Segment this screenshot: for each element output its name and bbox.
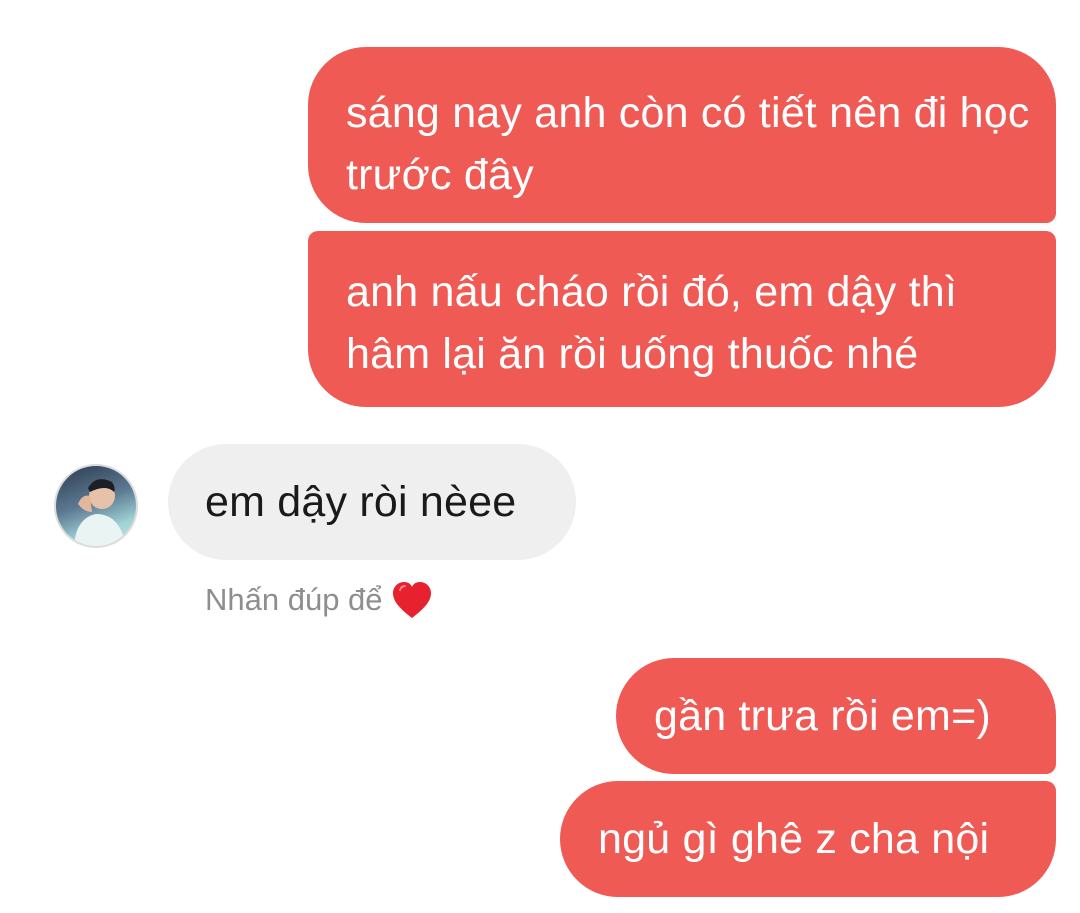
contact-avatar[interactable] bbox=[54, 464, 138, 548]
hint-label: Nhấn đúp để bbox=[205, 582, 383, 617]
avatar-photo-icon bbox=[74, 479, 126, 546]
received-message-bubble[interactable]: em dậy ròi nèee bbox=[168, 444, 576, 560]
sent-message-bubble[interactable]: gần trưa rồi em=) bbox=[616, 658, 1056, 774]
heart-icon bbox=[391, 580, 433, 620]
double-tap-like-hint: Nhấn đúp để bbox=[205, 578, 433, 622]
sent-message-bubble[interactable]: sáng nay anh còn có tiết nên đi học trướ… bbox=[308, 47, 1056, 223]
sent-message-bubble[interactable]: anh nấu cháo rồi đó, em dậy thì hâm lại … bbox=[308, 231, 1056, 407]
sent-message-bubble[interactable]: ngủ gì ghê z cha nội bbox=[560, 781, 1056, 897]
